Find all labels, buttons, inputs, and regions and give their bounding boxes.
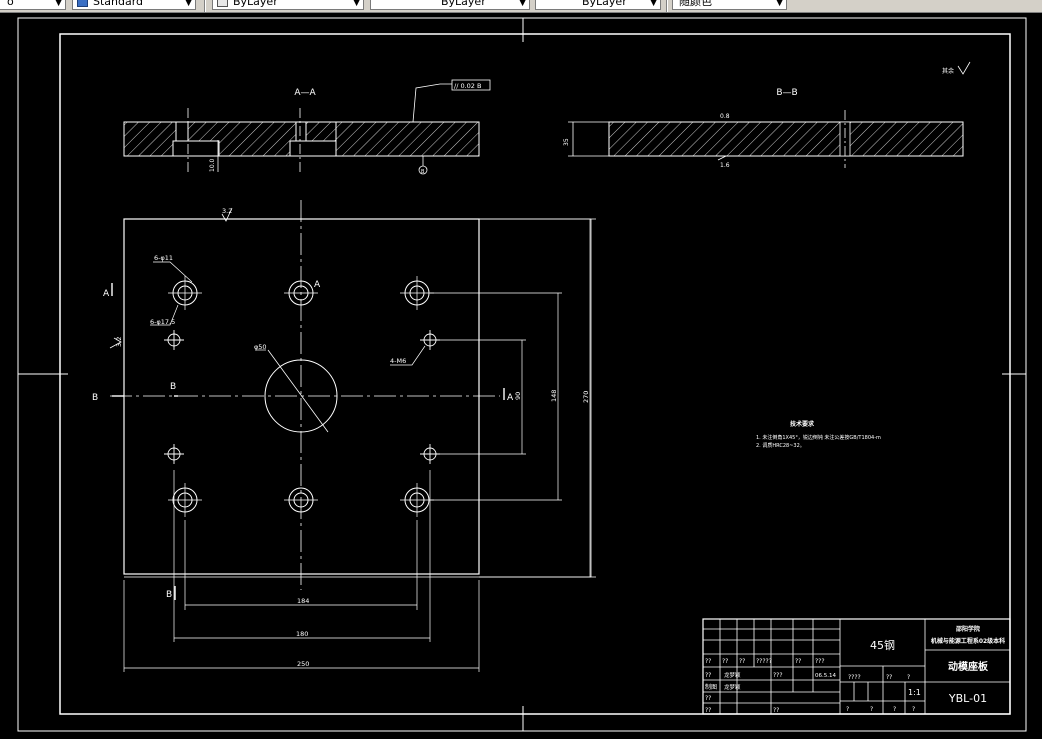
part-name-cell: 动模座板 xyxy=(948,660,989,673)
school-line1: 邵阳学院 xyxy=(955,625,980,633)
section-cut-marks xyxy=(111,283,505,600)
section-bb-label: B—B xyxy=(776,88,797,98)
callout-phi50: φ50 xyxy=(254,343,267,351)
tb-cell-j: ?? xyxy=(705,707,711,714)
tb-cell-f: ??? xyxy=(815,658,825,665)
tech-req-title: 技术要求 xyxy=(790,420,815,428)
review-name: 龙梦颖 xyxy=(724,671,741,679)
section-mark-b-left: B xyxy=(92,393,98,403)
leaders xyxy=(150,261,426,366)
dim-180: 180 xyxy=(296,630,308,638)
section-mark-b-inner: B xyxy=(170,382,176,392)
tech-req-line2: 2. 调质HRC28~32。 xyxy=(756,442,805,449)
tech-req-line1: 1. 未注倒角1X45°，锐边倒钝 未注公差按GB/T1804-m xyxy=(756,434,881,441)
color-combo[interactable]: ByLayer ▼ xyxy=(212,0,364,10)
tb-cell-d: ????? xyxy=(756,658,772,665)
section-bb-view: 35 0.8 1.6 xyxy=(563,110,964,169)
section-mark-a-left: A xyxy=(103,289,110,299)
tb-cell-m: ?? xyxy=(886,674,892,681)
section-mark-b-bottom: B xyxy=(166,590,172,600)
dim-250: 250 xyxy=(297,660,309,668)
tb-cell-i: ?? xyxy=(705,695,711,702)
tb-cell-p: ? xyxy=(870,706,873,713)
chevron-down-icon[interactable]: ▼ xyxy=(185,0,192,9)
tb-cell-r: ? xyxy=(912,706,915,713)
color-value: ByLayer xyxy=(233,0,278,8)
callout-6-phi11: 6-φ11 xyxy=(154,254,173,262)
dim-184: 184 xyxy=(297,597,309,605)
roughness-symbol-icon xyxy=(957,61,971,75)
section-mark-a-mid: A xyxy=(314,280,321,290)
chevron-down-icon[interactable]: ▼ xyxy=(519,0,526,9)
scale-cell: 1:1 xyxy=(908,688,921,697)
date-cell: 06.5.14 xyxy=(815,673,836,679)
drawing-number-cell: YBL-01 xyxy=(948,692,987,705)
material-cell: 45钢 xyxy=(870,639,895,652)
callout-4-m: 4-M6 xyxy=(390,357,406,365)
toolbar-separator xyxy=(666,0,668,12)
drawing-canvas[interactable]: A—A 10.0 // 0.02 B B B—B 35 0.8 1.6 其余 6… xyxy=(0,12,1042,735)
dim-sec-a-depth: 10.0 xyxy=(209,158,216,172)
linetype-value: ByLayer xyxy=(441,0,486,8)
tb-cell-c: ?? xyxy=(739,658,745,665)
section-aa-label: A—A xyxy=(294,88,316,98)
dim-style-combo[interactable]: Standard ▼ xyxy=(72,0,196,10)
tb-cell-a: ?? xyxy=(705,658,711,665)
parallel-callout: // 0.02 B xyxy=(454,82,481,90)
tb-cell-h: ??? xyxy=(773,672,783,679)
chevron-down-icon[interactable]: ▼ xyxy=(353,0,360,9)
dim-style-icon xyxy=(77,0,88,7)
tb-cell-l: ???? xyxy=(848,674,861,681)
drawn-name: 龙梦颖 xyxy=(724,683,741,691)
datum-b: B xyxy=(421,169,425,175)
text-style-value: o xyxy=(7,0,14,8)
callout-6-phi17: 6-φ17.5 xyxy=(150,318,175,326)
tb-cell-o: ? xyxy=(846,706,849,713)
dim-148: 148 xyxy=(550,390,558,402)
text-style-combo[interactable]: o ▼ xyxy=(0,0,66,10)
plot-style-combo[interactable]: 随颜色 ▼ xyxy=(672,0,787,10)
tb-cell-n: ? xyxy=(907,674,910,681)
main-plan-view xyxy=(110,200,596,672)
roughness-side-value: 3.2 xyxy=(115,337,123,347)
dim-style-value: Standard xyxy=(93,0,144,8)
lineweight-combo[interactable]: ByLayer ▼ xyxy=(535,0,661,10)
drawn-label: 制图 xyxy=(705,683,717,691)
toolbar-separator xyxy=(204,0,206,12)
dim-sec-b-top: 0.8 xyxy=(720,113,730,120)
tb-cell-g: ?? xyxy=(705,672,711,679)
drawing-svg: A—A 10.0 // 0.02 B B B—B 35 0.8 1.6 其余 6… xyxy=(17,17,1027,732)
chevron-down-icon[interactable]: ▼ xyxy=(650,0,657,9)
school-line2: 机械与能源工程系02级本科 xyxy=(931,637,1005,645)
linetype-combo[interactable]: ByLayer ▼ xyxy=(370,0,530,10)
dim-sec-b-bottom: 1.6 xyxy=(720,162,730,169)
lineweight-value: ByLayer xyxy=(582,0,627,8)
dim-270: 270 xyxy=(582,391,590,403)
chevron-down-icon[interactable]: ▼ xyxy=(55,0,62,9)
dim-90: 90 xyxy=(514,392,522,400)
tb-cell-e: ?? xyxy=(795,658,801,665)
plot-style-value: 随颜色 xyxy=(679,0,712,8)
tb-cell-b: ?? xyxy=(722,658,728,665)
section-mark-a-right: A xyxy=(507,393,514,403)
tb-cell-k: ?? xyxy=(773,707,779,714)
roughness-global: 其余 xyxy=(942,67,954,75)
dim-sec-b-thick: 35 xyxy=(563,138,570,146)
chevron-down-icon[interactable]: ▼ xyxy=(776,0,783,9)
tb-cell-q: ? xyxy=(893,706,896,713)
color-swatch-icon xyxy=(217,0,228,7)
